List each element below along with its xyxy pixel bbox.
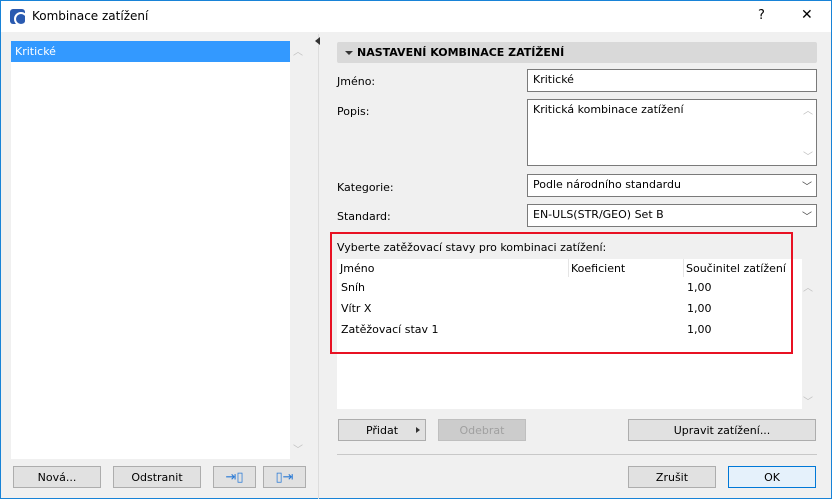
cancel-button[interactable]: Zrušit [628,466,716,488]
list-item-label: Kritické [15,45,56,58]
submenu-arrow-icon [416,427,420,433]
standard-label: Standard: [337,210,391,223]
list-item[interactable]: Kritické [11,41,290,62]
ok-button[interactable]: OK [728,466,816,488]
window-title: Kombinace zatížení [32,9,149,23]
standard-value: EN-ULS(STR/GEO) Set B [533,208,664,221]
scroll-down-icon[interactable]: ﹀ [803,393,813,408]
combination-list[interactable]: Kritické [11,41,290,459]
standard-select[interactable]: EN-ULS(STR/GEO) Set B ﹀ [527,204,817,227]
category-select[interactable]: Podle národního standardu ﹀ [527,174,817,197]
description-textarea[interactable]: Kritická kombinace zatížení ︿ ﹀ [527,99,817,166]
app-icon [10,9,25,24]
category-label: Kategorie: [337,181,394,194]
divider [337,454,817,455]
expand-triangle-icon [345,51,353,55]
export-button[interactable]: ▯⇥ [263,466,306,488]
section-title: NASTAVENÍ KOMBINACE ZATÍŽENÍ [357,46,565,59]
description-text: Kritická kombinace zatížení [533,103,684,116]
description-label: Popis: [337,105,370,118]
help-button[interactable]: ? [758,8,765,23]
dialog-window: Kombinace zatížení ? ✕ Kritické ︿ ﹀ Nová… [0,0,832,499]
export-icon: ▯⇥ [275,469,294,485]
collapse-arrow-icon[interactable] [315,37,320,45]
splitter[interactable] [318,34,319,499]
name-input[interactable]: Kritické [527,69,817,92]
highlight-box [330,232,793,354]
category-value: Podle národního standardu [533,178,681,191]
remove-case-button[interactable]: Odebrat [438,419,526,441]
edit-loads-button[interactable]: Upravit zatížení... [628,419,816,441]
scroll-up-icon[interactable]: ︿ [803,279,813,294]
scroll-up-icon[interactable]: ︿ [293,43,303,58]
scroll-down-icon[interactable]: ﹀ [803,148,813,163]
scroll-up-icon[interactable]: ︿ [803,102,813,117]
chevron-down-icon: ﹀ [802,212,812,223]
import-button[interactable]: ⇥▯ [213,466,256,488]
remove-button[interactable]: Odstranit [113,466,201,488]
chevron-down-icon: ﹀ [802,182,812,193]
title-bar: Kombinace zatížení ? ✕ [1,1,831,32]
section-header[interactable]: NASTAVENÍ KOMBINACE ZATÍŽENÍ [337,42,817,63]
new-button[interactable]: Nová... [13,466,101,488]
add-button[interactable]: Přidat [338,419,426,441]
close-button[interactable]: ✕ [801,7,813,23]
add-label: Přidat [365,423,399,437]
import-icon: ⇥▯ [225,469,244,485]
scroll-down-icon[interactable]: ﹀ [293,441,303,456]
name-label: Jméno: [337,75,376,88]
